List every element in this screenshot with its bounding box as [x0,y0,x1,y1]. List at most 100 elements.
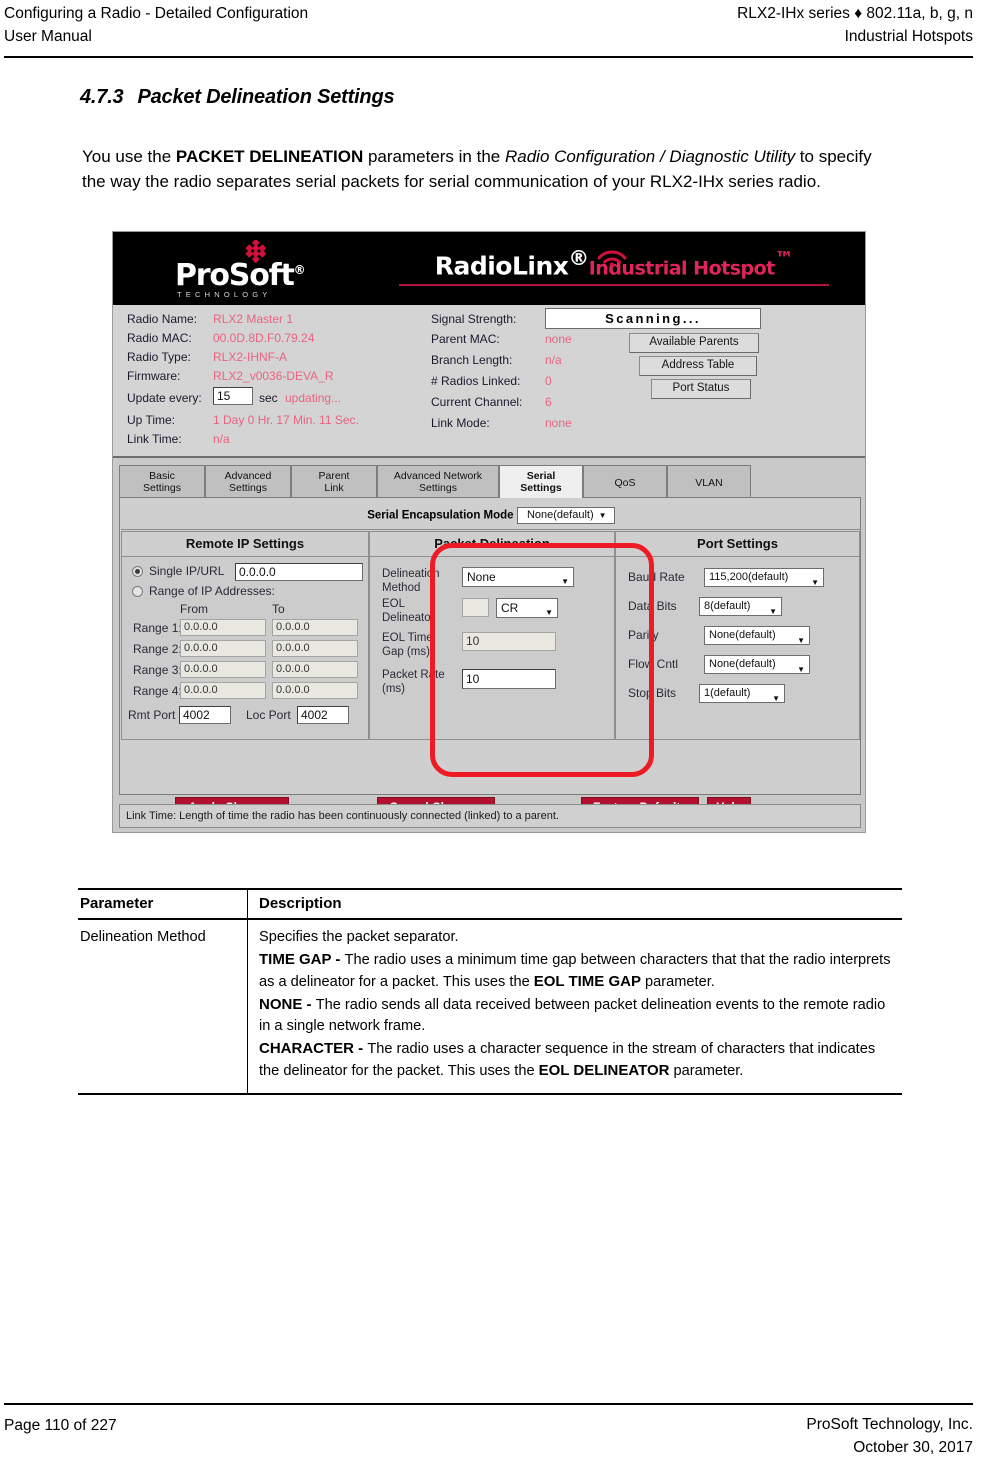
baud-rate-value: 115,200(default) [709,571,789,583]
delineation-method-select[interactable]: None ▼ [462,567,574,587]
table-cell-description: Specifies the packet separator. TIME GAP… [247,919,902,1095]
range-2-to-input[interactable]: 0.0.0.0 [272,640,358,657]
range-2-from-input[interactable]: 0.0.0.0 [180,640,266,657]
brand-registered-mark: ® [568,246,589,270]
available-parents-button[interactable]: Available Parents [629,333,759,353]
footer-date: October 30, 2017 [853,1439,973,1456]
tab-serial-settings-line2: Settings [520,482,562,494]
radiolinx-brand: RadioLinx®Industrial Hotspot™ [399,246,829,287]
brand-radiolinx: RadioLinx [434,251,569,281]
status-label-radio-name: Radio Name: [127,312,198,326]
status-label-radios-linked: # Radios Linked: [431,374,521,388]
update-unit-label: sec [259,391,278,405]
status-label-firmware: Firmware: [127,369,181,383]
tab-basic-settings-line2: Settings [143,482,181,494]
serial-encapsulation-value: None(default) [526,509,594,521]
tab-advanced-network-settings[interactable]: Advanced Network Settings [377,465,499,497]
single-ip-input[interactable] [235,563,363,581]
status-value-radios-linked: 0 [545,374,552,388]
parity-select[interactable]: None(default) ▼ [704,626,810,645]
status-label-branch-length: Branch Length: [431,353,513,367]
chevron-down-icon: ▼ [772,694,780,703]
prosoft-registered-mark: ® [293,263,306,277]
range-3-to-input[interactable]: 0.0.0.0 [272,661,358,678]
baud-rate-select[interactable]: 115,200(default) ▼ [704,568,824,587]
status-value-radio-name: RLX2 Master 1 [213,312,294,326]
stop-bits-select[interactable]: 1(default) ▼ [699,684,785,703]
range-1-from-input[interactable]: 0.0.0.0 [180,619,266,636]
data-bits-select[interactable]: 8(default) ▼ [699,597,782,616]
baud-rate-label: Baud Rate [628,570,685,584]
chevron-down-icon: ▼ [797,636,805,645]
text-time-gap-2: parameter. [640,974,715,990]
tab-advanced-settings[interactable]: Advanced Settings [205,465,291,497]
single-ip-radio[interactable] [132,566,143,577]
table-row: Delineation Method Specifies the packet … [78,919,902,1095]
parity-value: None(default) [709,629,776,641]
serial-encapsulation-select[interactable]: None(default) ▼ [516,507,615,524]
serial-settings-panel: Serial Encapsulation Mode None(default) ▼… [119,497,861,795]
range-1-to-input[interactable]: 0.0.0.0 [272,619,358,636]
tab-parent-link-line1: Parent [318,470,350,482]
rmt-port-label: Rmt Port [128,708,176,722]
tab-vlan[interactable]: VLAN [667,465,751,497]
intro-emphasis: PACKET DELINEATION [175,147,364,166]
footer-page-number: Page 110 of 227 [4,1417,117,1434]
tab-advanced-network-settings-line2: Settings [419,482,457,494]
section-number: 4.7.3 [80,86,124,108]
prosoft-wordmark-text: ProSoft [175,258,295,293]
text-character-2: parameter. [669,1063,744,1079]
flow-control-value: None(default) [709,658,776,670]
range-3-from-input[interactable]: 0.0.0.0 [180,661,266,678]
remote-ip-settings-column: Single IP/URL Range of IP Addresses: Fro… [121,557,369,740]
address-table-button[interactable]: Address Table [639,356,757,376]
tab-qos[interactable]: QoS [583,465,667,497]
range-2-label: Range 2: [133,642,182,656]
eol-delineator-select[interactable]: CR ▼ [496,598,558,618]
chevron-down-icon: ▼ [797,665,805,674]
range-4-from-input[interactable]: 0.0.0.0 [180,682,266,699]
range-1-label: Range 1: [133,621,182,635]
tab-parent-link-line2: Link [324,482,344,494]
footer-company: ProSoft Technology, Inc. [806,1416,973,1433]
port-status-button[interactable]: Port Status [651,379,751,399]
packet-rate-label: Packet Rate (ms) [382,669,445,695]
serial-encapsulation-label: Serial Encapsulation Mode [367,509,514,522]
loc-port-label: Loc Port [246,708,291,722]
range-of-ip-radio[interactable] [132,586,143,597]
status-value-firmware: RLX2_v0036-DEVA_R [213,369,334,383]
status-label-update-every: Update every: [127,391,202,405]
signal-strength-display: Scanning... [545,308,761,329]
packet-rate-input[interactable] [462,669,556,689]
description-item-character: CHARACTER - The radio uses a character s… [259,1038,894,1083]
status-value-radio-type: RLX2-IHNF-A [213,350,288,364]
eol-delineator-char-input[interactable] [462,598,489,617]
rmt-port-input[interactable] [179,706,231,724]
update-interval-input[interactable] [213,387,253,405]
eol-time-gap-input[interactable]: 10 [462,632,556,651]
table-header-parameter: Parameter [78,888,248,920]
status-value-link-time: n/a [213,432,230,446]
tab-parent-link[interactable]: Parent Link [291,465,377,497]
settings-tab-bar: Basic Settings Advanced Settings Parent Lin… [119,465,861,498]
stop-bits-value: 1(default) [704,687,751,699]
status-value-up-time: 1 Day 0 Hr. 17 Min. 11 Sec. [213,413,359,427]
chevron-down-icon: ▼ [811,578,819,587]
tab-basic-settings[interactable]: Basic Settings [119,465,205,497]
status-label-up-time: Up Time: [127,413,176,427]
running-head-right-line1: RLX2-IHx series ♦ 802.11a, b, g, n [737,5,973,22]
flow-control-select[interactable]: None(default) ▼ [704,655,810,674]
tab-advanced-network-settings-line1: Advanced Network [393,470,483,482]
dash-character: - [354,1039,368,1057]
term-time-gap: TIME GAP [259,950,332,968]
parity-label: Parity [628,628,659,642]
tab-serial-settings[interactable]: Serial Settings [499,465,583,498]
column-header-remote-ip: Remote IP Settings [121,531,369,557]
term-none: NONE [259,995,303,1013]
range-4-to-input[interactable]: 0.0.0.0 [272,682,358,699]
running-head-left-line2: User Manual [4,28,92,45]
loc-port-input[interactable] [297,706,349,724]
port-settings-column: Baud Rate 115,200(default) ▼ Data Bits 8(… [615,557,860,740]
tab-basic-settings-line1: Basic [149,470,175,482]
column-header-packet-delineation: Packet Delineation [369,531,615,557]
